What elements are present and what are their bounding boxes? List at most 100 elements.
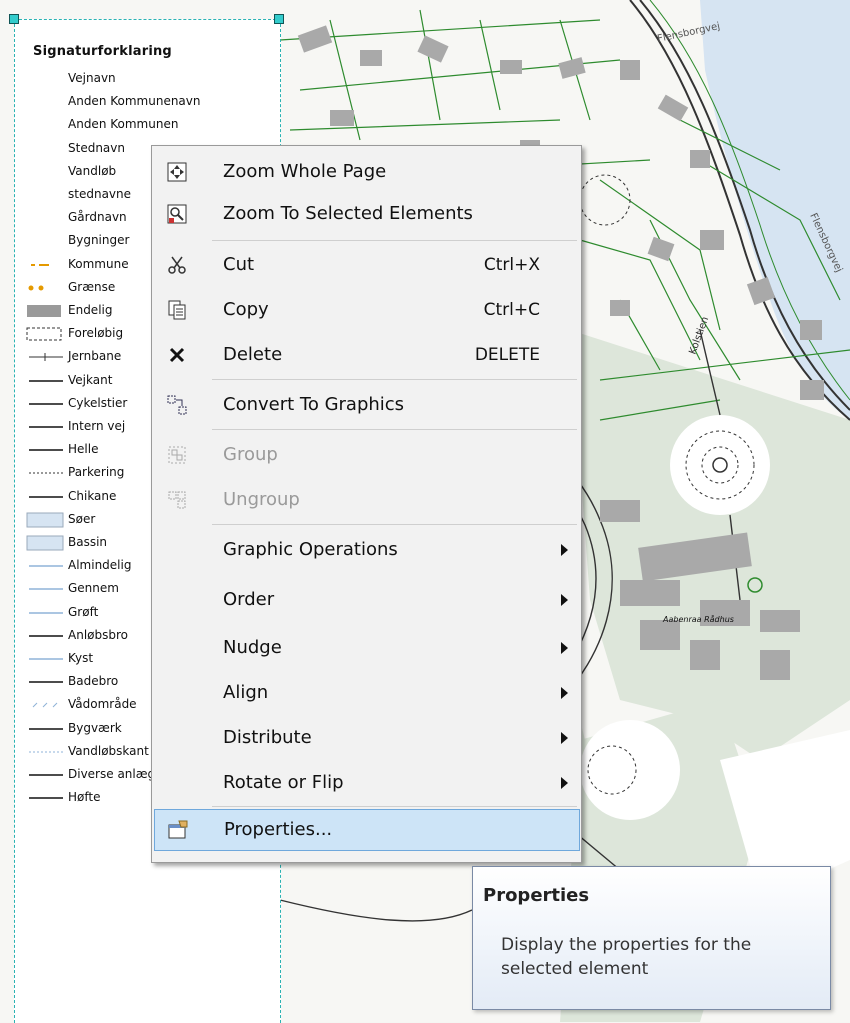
legend-symbol xyxy=(25,535,69,551)
legend-label: Helle xyxy=(68,442,99,457)
legend-symbol xyxy=(25,257,69,273)
menu-item-label: Nudge xyxy=(223,637,282,658)
legend-symbol xyxy=(25,141,69,157)
menu-item-nudge[interactable]: Nudge xyxy=(154,627,578,669)
legend-symbol xyxy=(25,210,69,226)
delete-x-icon xyxy=(162,340,192,370)
legend-label: Bassin xyxy=(68,535,108,549)
legend-label: Intern vej xyxy=(68,419,126,433)
legend-symbol xyxy=(25,396,69,412)
menu-item-properties[interactable]: Properties... xyxy=(154,809,580,851)
menu-item-shortcut: DELETE xyxy=(474,344,540,365)
properties-icon xyxy=(163,815,193,845)
legend-symbol xyxy=(25,117,69,133)
legend-symbol xyxy=(25,512,69,528)
legend-label: Diverse anlæg xyxy=(68,767,156,781)
legend-label: Vejnavn xyxy=(68,71,116,85)
legend-label: Gårdnavn xyxy=(68,210,127,225)
menu-item-distribute[interactable]: Distribute xyxy=(154,717,578,759)
menu-item-copy[interactable]: Copy Ctrl+C xyxy=(154,289,578,331)
submenu-arrow-icon xyxy=(561,687,568,699)
legend-symbol xyxy=(25,442,69,458)
tooltip: Properties Display the properties for th… xyxy=(472,866,831,1010)
menu-item-cut[interactable]: Cut Ctrl+X xyxy=(154,244,578,286)
legend-item: Vejnavn xyxy=(15,68,280,90)
legend-title: Signaturforklaring xyxy=(33,44,172,59)
selection-handle-top-left[interactable] xyxy=(9,14,19,24)
menu-item-label: Properties... xyxy=(224,819,333,840)
menu-item-label: Zoom Whole Page xyxy=(223,161,387,182)
menu-separator xyxy=(212,806,577,807)
legend-symbol xyxy=(25,187,69,203)
legend-symbol xyxy=(25,349,69,365)
menu-item-order[interactable]: Order xyxy=(154,579,578,621)
legend-label: Kommune xyxy=(68,256,129,271)
legend-symbol xyxy=(25,164,69,180)
tooltip-title: Properties xyxy=(483,885,590,906)
legend-label: Høfte xyxy=(68,790,101,805)
legend-label: Kyst xyxy=(68,651,94,665)
legend-symbol xyxy=(25,326,69,342)
menu-item-label: Copy xyxy=(223,299,269,320)
menu-item-label: Rotate or Flip xyxy=(223,772,344,793)
legend-label: Stednavn xyxy=(68,140,125,155)
legend-label: Bygninger xyxy=(68,233,130,248)
menu-separator xyxy=(212,524,577,525)
legend-symbol xyxy=(25,373,69,389)
legend-label: Vandløbskant xyxy=(68,743,149,758)
building-label-raadhus: Aabenraa Rådhus xyxy=(662,614,734,624)
menu-item-label: Delete xyxy=(223,344,283,365)
submenu-arrow-icon xyxy=(561,594,568,606)
legend-symbol xyxy=(25,71,69,87)
legend-item: Anden Kommunen xyxy=(15,114,280,136)
legend-symbol xyxy=(25,674,69,690)
legend-symbol xyxy=(25,721,69,737)
legend-symbol xyxy=(25,558,69,574)
legend-label: Søer xyxy=(68,511,96,526)
selection-handle-top-right[interactable] xyxy=(274,14,284,24)
menu-item-zoom-whole-page[interactable]: Zoom Whole Page xyxy=(154,152,578,192)
menu-item-label: Align xyxy=(223,682,269,703)
menu-item-zoom-to-selected-elements[interactable]: Zoom To Selected Elements xyxy=(154,194,578,234)
menu-separator xyxy=(212,240,577,241)
ungroup-icon xyxy=(162,485,192,515)
legend-label: Bygværk xyxy=(68,720,122,735)
legend-symbol xyxy=(25,767,69,783)
legend-symbol xyxy=(25,628,69,644)
legend-symbol xyxy=(25,489,69,505)
menu-item-label: Cut xyxy=(223,254,255,275)
submenu-arrow-icon xyxy=(561,544,568,556)
menu-item-rotate-or-flip[interactable]: Rotate or Flip xyxy=(154,762,578,804)
legend-symbol xyxy=(25,605,69,621)
zoom-selected-icon xyxy=(162,199,192,229)
convert-graphics-icon xyxy=(162,390,192,420)
legend-symbol xyxy=(25,280,69,296)
legend-label: Anden Kommunenavn xyxy=(68,94,201,109)
menu-item-align[interactable]: Align xyxy=(154,672,578,714)
legend-label: Endelig xyxy=(68,303,113,317)
legend-label: Cykelstier xyxy=(68,395,128,410)
menu-item-shortcut: Ctrl+C xyxy=(483,299,540,320)
legend-symbol xyxy=(25,303,69,319)
menu-item-convert-to-graphics[interactable]: Convert To Graphics xyxy=(154,384,578,426)
legend-label: Badebro xyxy=(68,674,119,689)
legend-label: Vandløb xyxy=(68,163,117,178)
legend-label: Grøft xyxy=(68,604,99,619)
zoom-whole-page-icon xyxy=(162,157,192,187)
legend-label: Jernbane xyxy=(68,349,122,364)
menu-item-group[interactable]: Group xyxy=(154,434,578,476)
context-menu: Zoom Whole Page Zoom To Selected Elements… xyxy=(151,145,582,863)
legend-label: Anløbsbro xyxy=(68,627,128,642)
tooltip-body: Display the properties for the selected … xyxy=(501,935,752,979)
legend-label: Anden Kommunen xyxy=(68,117,179,132)
scissors-icon xyxy=(162,250,192,280)
menu-item-graphic-operations[interactable]: Graphic Operations xyxy=(154,529,578,571)
menu-item-delete[interactable]: Delete DELETE xyxy=(154,334,578,376)
menu-separator xyxy=(212,429,577,430)
group-icon xyxy=(162,440,192,470)
menu-item-shortcut: Ctrl+X xyxy=(483,254,540,275)
menu-item-ungroup[interactable]: Ungroup xyxy=(154,479,578,521)
submenu-arrow-icon xyxy=(561,642,568,654)
legend-symbol xyxy=(25,744,69,760)
menu-item-label: Group xyxy=(223,444,278,465)
